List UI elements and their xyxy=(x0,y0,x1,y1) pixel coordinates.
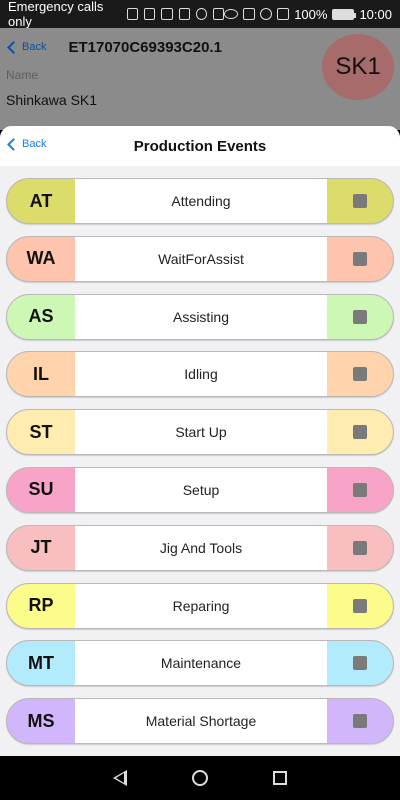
app-notification-icon xyxy=(144,8,156,20)
wifi-icon xyxy=(260,8,273,20)
sim-icon xyxy=(277,8,290,20)
event-row-mt[interactable]: MT Maintenance xyxy=(6,640,394,687)
nav-home-icon[interactable] xyxy=(191,770,208,786)
event-code: WA xyxy=(26,248,56,269)
event-code: AS xyxy=(28,306,54,327)
event-checkbox[interactable] xyxy=(327,237,393,281)
carrier-text: Emergency calls only xyxy=(8,0,104,29)
mail-icon xyxy=(178,8,190,20)
nav-back-icon[interactable] xyxy=(112,770,127,786)
event-code: ST xyxy=(29,421,53,442)
event-row-wa[interactable]: WA WaitForAssist xyxy=(6,235,394,282)
checkbox-square-icon xyxy=(353,598,367,613)
event-code: SU xyxy=(28,479,54,500)
checkbox-square-icon xyxy=(353,367,367,382)
chevron-left-icon xyxy=(7,137,20,151)
event-row-ms[interactable]: MS Material Shortage xyxy=(6,698,394,745)
background-back-button[interactable]: Back xyxy=(6,40,47,54)
checkbox-square-icon xyxy=(353,309,367,324)
event-checkbox[interactable] xyxy=(327,641,393,685)
status-bar: Emergency calls only 100% 10:00 xyxy=(0,0,400,29)
battery-percent: 100% xyxy=(294,6,328,22)
event-label: WaitForAssist xyxy=(75,236,327,281)
machine-badge: SK1 xyxy=(322,34,394,100)
more-icon xyxy=(213,8,225,20)
event-label: Maintenance xyxy=(75,641,327,686)
event-row-at[interactable]: AT Attending xyxy=(6,178,394,224)
event-code: JT xyxy=(30,537,52,558)
checkbox-square-icon xyxy=(353,714,367,729)
navigation-bar xyxy=(0,756,400,800)
background-page: Back ET17070C69393C20.1 SK1 Name Shinkaw… xyxy=(0,28,400,130)
event-checkbox[interactable] xyxy=(327,410,393,454)
clock: 10:00 xyxy=(359,6,392,22)
event-label: Idling xyxy=(75,352,327,397)
event-label: Setup xyxy=(75,467,327,512)
event-checkbox[interactable] xyxy=(327,584,393,628)
event-checkbox[interactable] xyxy=(327,468,393,512)
event-label: Reparing xyxy=(75,583,327,628)
checkbox-square-icon xyxy=(353,482,367,497)
name-field-value: Shinkawa SK1 xyxy=(6,92,98,108)
event-row-rp[interactable]: RP Reparing xyxy=(6,582,394,629)
vibrate-icon xyxy=(243,8,256,20)
event-code: IL xyxy=(33,363,49,384)
image-icon xyxy=(161,8,173,20)
usb-icon xyxy=(127,8,139,20)
eye-icon xyxy=(224,9,239,19)
chevron-left-icon xyxy=(7,40,20,54)
event-code: MS xyxy=(27,710,55,731)
event-checkbox[interactable] xyxy=(327,179,393,223)
event-code: RP xyxy=(28,595,54,616)
event-label: Assisting xyxy=(75,294,327,339)
battery-icon xyxy=(332,8,357,20)
background-title: ET17070C69393C20.1 xyxy=(68,38,222,56)
nav-recents-icon[interactable] xyxy=(273,771,288,785)
sheet-header: Back Production Events xyxy=(0,126,400,166)
event-code: MT xyxy=(28,652,54,673)
event-row-su[interactable]: SU Setup xyxy=(6,466,394,513)
background-back-label: Back xyxy=(22,41,47,53)
event-label: Attending xyxy=(75,179,327,223)
sheet-back-button[interactable]: Back xyxy=(6,137,47,151)
event-row-il[interactable]: IL Idling xyxy=(6,351,394,398)
event-label: Jig And Tools xyxy=(75,525,327,570)
event-label: Material Shortage xyxy=(75,699,327,744)
facebook-icon xyxy=(195,8,208,20)
event-label: Start Up xyxy=(75,410,327,455)
sheet-title: Production Events xyxy=(133,137,267,155)
checkbox-square-icon xyxy=(353,425,367,440)
event-checkbox[interactable] xyxy=(327,526,393,570)
event-list: AT Attending WA WaitForAssist AS Assisting IL I… xyxy=(0,166,400,745)
checkbox-square-icon xyxy=(353,656,367,671)
event-code: AT xyxy=(29,190,53,211)
checkbox-square-icon xyxy=(353,540,367,555)
production-events-sheet: Back Production Events AT Attending WA Wait… xyxy=(0,126,400,756)
event-checkbox[interactable] xyxy=(327,352,393,396)
checkbox-square-icon xyxy=(353,194,367,208)
sheet-back-label: Back xyxy=(22,138,47,150)
event-row-st[interactable]: ST Start Up xyxy=(6,409,394,456)
event-row-as[interactable]: AS Assisting xyxy=(6,293,394,340)
event-row-jt[interactable]: JT Jig And Tools xyxy=(6,524,394,571)
checkbox-square-icon xyxy=(353,251,367,266)
event-checkbox[interactable] xyxy=(327,699,393,743)
event-checkbox[interactable] xyxy=(327,295,393,339)
